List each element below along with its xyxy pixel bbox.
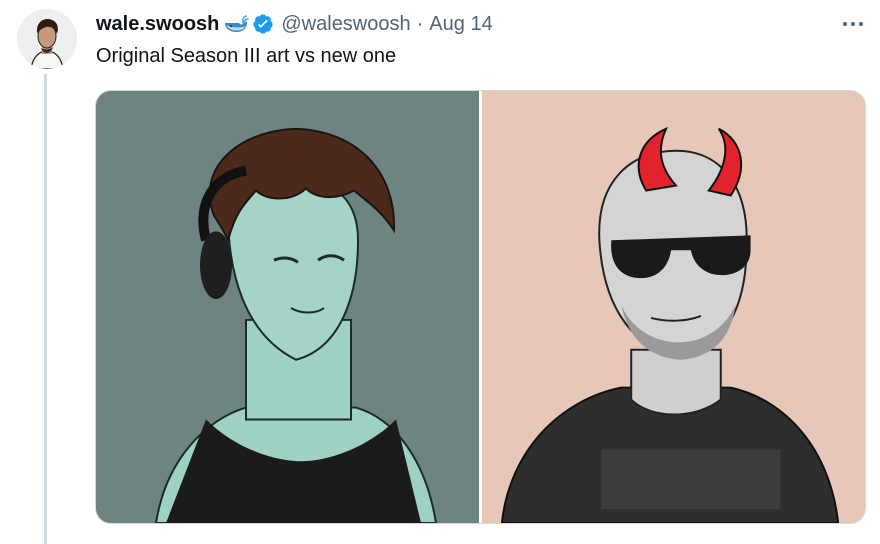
verified-badge-icon	[252, 13, 274, 35]
tweet-text: Original Season III art vs new one	[96, 45, 397, 67]
media-image-new-art[interactable]	[482, 91, 865, 523]
original-art-illustration	[96, 91, 479, 523]
tweet-header: wale.swoosh @waleswoosh · Aug 14	[96, 9, 493, 39]
avatar-image	[17, 9, 77, 69]
thread-connector-line	[44, 74, 47, 544]
whale-icon	[223, 14, 250, 34]
user-handle[interactable]: @waleswoosh	[281, 13, 410, 36]
tweet-media	[95, 90, 866, 524]
tweet-date[interactable]: Aug 14	[429, 13, 492, 36]
display-name[interactable]: wale.swoosh	[96, 13, 219, 36]
media-image-original-art[interactable]	[96, 91, 479, 523]
separator-dot: ·	[416, 12, 424, 35]
more-options-icon[interactable]	[834, 12, 872, 36]
avatar[interactable]	[17, 9, 77, 69]
new-art-illustration	[482, 91, 865, 523]
